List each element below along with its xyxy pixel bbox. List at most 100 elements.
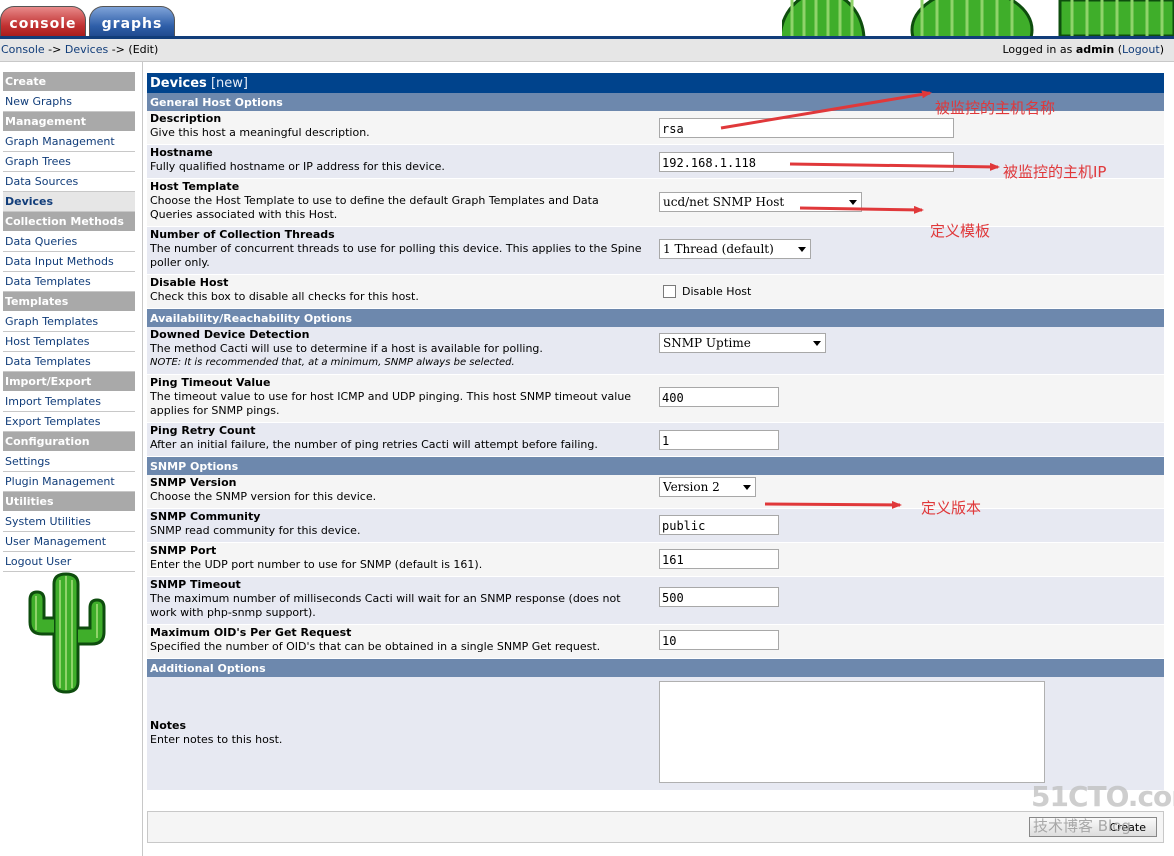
disable-host-checkbox[interactable] [663, 284, 676, 298]
sidebar-item-system-utilities[interactable]: System Utilities [3, 512, 135, 532]
notes-label: Notes [150, 719, 187, 732]
snmp-version-help: Choose the SNMP version for this device. [150, 490, 377, 503]
tab-graphs[interactable]: graphs [89, 6, 175, 39]
snmp-version-label: SNMP Version [150, 476, 237, 489]
downed-help: The method Cacti will use to determine i… [150, 342, 543, 355]
login-paren-open: ( [1114, 43, 1123, 56]
sidebar-item-graph-management[interactable]: Graph Management [3, 132, 135, 152]
snmp-community-label: SNMP Community [150, 510, 261, 523]
host-template-select[interactable]: ucd/net SNMP Host [659, 192, 862, 212]
row-disable-host: Disable Host Check this box to disable al… [147, 275, 1164, 309]
sidebar-item-host-templates[interactable]: Host Templates [3, 332, 135, 352]
sidebar-item-graph-trees[interactable]: Graph Trees [3, 152, 135, 172]
sidebar-item-data-sources[interactable]: Data Sources [3, 172, 135, 192]
downed-detection-select[interactable]: SNMP Uptime [659, 333, 826, 353]
ping-timeout-help: The timeout value to use for host ICMP a… [150, 390, 632, 403]
threads-select[interactable]: 1 Thread (default) [659, 239, 811, 259]
section-availability: Availability/Reachability Options [147, 309, 1164, 327]
snmp-version-select[interactable]: Version 2 [659, 477, 756, 497]
login-status: Logged in as admin (Logout) [1002, 43, 1164, 56]
ping-retry-input[interactable]: 1 [659, 430, 779, 450]
snmp-port-input[interactable]: 161 [659, 549, 779, 569]
sidebar-item-data-templates[interactable]: Data Templates [3, 352, 135, 372]
notes-textarea[interactable] [659, 681, 1045, 783]
ping-timeout-input[interactable]: 400 [659, 387, 779, 407]
sidebar-item-import-templates[interactable]: Import Templates [3, 392, 135, 412]
notes-help: Enter notes to this host. [150, 733, 283, 746]
threads-help-2: poller only. [150, 256, 210, 269]
hostname-input[interactable]: 192.168.1.118 [659, 152, 954, 172]
description-label: Description [150, 112, 222, 125]
sidebar-item-data-input-methods[interactable]: Data Input Methods [3, 252, 135, 272]
ping-timeout-label: Ping Timeout Value [150, 376, 271, 389]
snmp-timeout-label: SNMP Timeout [150, 578, 241, 591]
threads-help: The number of concurrent threads to use … [150, 242, 642, 255]
description-input[interactable]: rsa [659, 118, 954, 138]
tab-console[interactable]: console [0, 6, 86, 39]
sidebar-header-collection-methods: Collection Methods [3, 212, 135, 232]
logout-link[interactable]: Logout [1122, 43, 1160, 56]
breadcrumb-bar: Console -> Devices -> (Edit) Logged in a… [0, 39, 1174, 62]
snmp-timeout-help-2: work with php-snmp support). [150, 606, 316, 619]
host-template-help-2: Queries associated with this Host. [150, 208, 338, 221]
top-banner: console graphs [0, 0, 1174, 39]
form-title: Devices [150, 76, 207, 91]
sidebar-item-logout-user[interactable]: Logout User [3, 552, 135, 572]
ping-retry-help: After an initial failure, the number of … [150, 438, 598, 451]
row-snmp-port: SNMP Port Enter the UDP port number to us… [147, 543, 1164, 577]
disable-host-label: Disable Host [150, 276, 229, 289]
section-additional: Additional Options [147, 659, 1164, 677]
row-threads: Number of Collection Threads The number o… [147, 227, 1164, 275]
sidebar-item-settings[interactable]: Settings [3, 452, 135, 472]
hostname-label: Hostname [150, 146, 213, 159]
sidebar-header-templates: Templates [3, 292, 135, 312]
sidebar-header-management: Management [3, 112, 135, 132]
form-title-suffix: [new] [210, 76, 248, 91]
breadcrumb-devices[interactable]: Devices [65, 43, 108, 56]
row-snmp-version: SNMP Version Choose the SNMP version for … [147, 475, 1164, 509]
threads-label: Number of Collection Threads [150, 228, 335, 241]
snmp-port-label: SNMP Port [150, 544, 217, 557]
sidebar-item-data-templates[interactable]: Data Templates [3, 272, 135, 292]
snmp-community-input[interactable]: public [659, 515, 779, 535]
ping-retry-label: Ping Retry Count [150, 424, 256, 437]
sidebar-item-export-templates[interactable]: Export Templates [3, 412, 135, 432]
sidebar-item-user-management[interactable]: User Management [3, 532, 135, 552]
disable-host-control: Disable Host [663, 284, 751, 298]
breadcrumb-separator: -> [44, 43, 65, 56]
hostname-help: Fully qualified hostname or IP address f… [150, 160, 445, 173]
row-snmp-timeout: SNMP Timeout The maximum number of millis… [147, 577, 1164, 625]
breadcrumb: Console -> Devices -> (Edit) [1, 43, 158, 56]
disable-host-help: Check this box to disable all checks for… [150, 290, 419, 303]
form-title-bar: Devices [new] [147, 73, 1164, 93]
breadcrumb-separator: -> [108, 43, 129, 56]
threads-value: 1 Thread (default) [663, 242, 774, 256]
disable-host-checkbox-label[interactable]: Disable Host [682, 285, 751, 298]
sidebar-item-graph-templates[interactable]: Graph Templates [3, 312, 135, 332]
sidebar: Create New Graphs Management Graph Manageme… [0, 62, 143, 856]
row-notes: Notes Enter notes to this host. [147, 677, 1164, 791]
chevron-down-icon [798, 247, 806, 252]
downed-value: SNMP Uptime [663, 336, 751, 350]
max-oids-help: Specified the number of OID's that can b… [150, 640, 601, 653]
snmp-timeout-input[interactable]: 500 [659, 587, 779, 607]
form-button-bar: Create [147, 811, 1164, 843]
row-host-template: Host Template Choose the Host Template to… [147, 179, 1164, 227]
sidebar-item-plugin-management[interactable]: Plugin Management [3, 472, 135, 492]
sidebar-item-data-queries[interactable]: Data Queries [3, 232, 135, 252]
host-template-label: Host Template [150, 180, 240, 193]
sidebar-item-new-graphs[interactable]: New Graphs [3, 92, 135, 112]
sidebar-item-devices[interactable]: Devices [3, 192, 135, 212]
downed-label: Downed Device Detection [150, 328, 310, 341]
breadcrumb-current: (Edit) [128, 43, 159, 56]
snmp-port-help: Enter the UDP port number to use for SNM… [150, 558, 483, 571]
max-oids-input[interactable]: 10 [659, 630, 779, 650]
annotation-version: 定义版本 [921, 499, 982, 517]
snmp-timeout-help: The maximum number of milliseconds Cacti… [150, 592, 621, 605]
sidebar-menu: Create New Graphs Management Graph Manageme… [3, 72, 135, 572]
annotation-hostname: 被监控的主机名称 [935, 99, 1056, 117]
downed-note: NOTE: It is recommended that, at a minim… [150, 357, 515, 368]
annotation-ip: 被监控的主机IP [1003, 163, 1107, 181]
breadcrumb-console[interactable]: Console [1, 43, 45, 56]
section-snmp: SNMP Options [147, 457, 1164, 475]
